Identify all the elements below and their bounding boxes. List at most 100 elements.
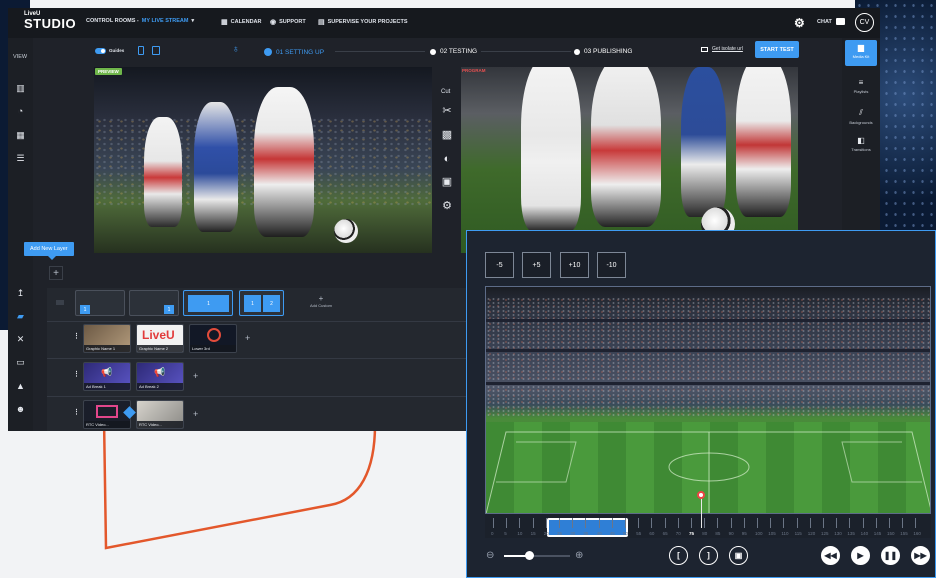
grip-icon[interactable]: [56, 300, 64, 305]
start-test-button[interactable]: START TEST: [755, 41, 799, 58]
presentation-icon[interactable]: ▭: [15, 357, 26, 368]
timeline-tick-label: 40: [596, 531, 602, 536]
liveu-studio-logo[interactable]: LiveU STUDIO: [24, 11, 76, 30]
step-publishing[interactable]: 03 PUBLISHING: [574, 48, 632, 55]
rtc-video-thumbnail[interactable]: RTC Video...: [83, 400, 131, 429]
play-button[interactable]: ▶: [851, 546, 870, 565]
fast-forward-button[interactable]: ▶▶: [911, 546, 930, 565]
timeline-tick: [651, 518, 653, 528]
timeline-tick-label: 0: [491, 531, 494, 536]
lightbulb-icon[interactable]: ♁: [232, 44, 240, 55]
scene-tile[interactable]: 1: [75, 290, 125, 316]
timeline-tick-label: 15: [530, 531, 536, 536]
transition-split-icon[interactable]: ◐: [441, 153, 453, 165]
copy-icon[interactable]: [152, 46, 160, 55]
speedometer-icon[interactable]: ◔: [15, 106, 26, 117]
tools-icon[interactable]: ✕: [15, 334, 26, 345]
scene-tile-selected[interactable]: 1: [183, 290, 233, 316]
control-rooms-menu[interactable]: CONTROL ROOMS - MY LIVE STREAM ▾: [86, 18, 194, 24]
preview-monitor[interactable]: PREVIEW: [94, 67, 432, 253]
cut-scissors-icon[interactable]: ✂: [441, 105, 453, 117]
timeline-tick: [875, 518, 877, 528]
guests-icon[interactable]: ☻: [15, 404, 26, 415]
jump-back-5-button[interactable]: -5: [485, 252, 514, 278]
support-link[interactable]: ◉ SUPPORT: [270, 18, 306, 26]
transitions-tab[interactable]: ◧ Transitions: [845, 136, 877, 152]
football-image: [334, 219, 358, 243]
step-label: 02 TESTING: [440, 48, 478, 55]
chat-bubble-icon[interactable]: [836, 18, 845, 25]
save-clip-button[interactable]: ▣: [729, 546, 748, 565]
graphic-thumbnail[interactable]: LiveU Graphic Name 2: [136, 324, 184, 353]
image-icon[interactable]: ▲: [15, 381, 26, 392]
scene-tile-split[interactable]: 1 2: [239, 290, 284, 316]
cut-label: Cut: [441, 89, 451, 95]
chat-label[interactable]: CHAT: [817, 19, 832, 25]
timeline-tick-label: 20: [543, 531, 549, 536]
graphic-thumbnail[interactable]: Lower 3rd: [189, 324, 237, 353]
ad-break-thumbnail[interactable]: 📢 Ad Break 2: [136, 362, 184, 391]
chart-icon[interactable]: ▥: [15, 83, 26, 94]
sliders-icon[interactable]: ☰: [15, 153, 26, 164]
player-figure: [194, 102, 238, 232]
timeline-tick: [849, 518, 851, 528]
mark-out-button[interactable]: ]: [699, 546, 718, 565]
graphic-thumbnail[interactable]: Graphic Name 1: [83, 324, 131, 353]
media-kit-tab[interactable]: ▆ Media Kit: [845, 40, 877, 66]
rtc-video-thumbnail[interactable]: RTC Video...: [136, 400, 184, 429]
add-item-plus-icon[interactable]: +: [245, 333, 250, 343]
step-check-icon: [264, 48, 272, 56]
clip-preview-video[interactable]: [485, 286, 931, 514]
step-setting-up[interactable]: 01 SETTING UP: [264, 48, 324, 56]
jump-forward-5-button[interactable]: +5: [522, 252, 551, 278]
calendar-link[interactable]: ▦ CALENDAR: [221, 18, 262, 26]
fast-forward-icon: ▶▶: [914, 551, 927, 560]
rewind-button[interactable]: ◀◀: [821, 546, 840, 565]
timeline-tick: [757, 518, 758, 528]
mobile-icon[interactable]: [138, 46, 144, 55]
layout-grid-icon[interactable]: ▦: [15, 130, 26, 141]
calendar-icon: ▦: [221, 19, 228, 26]
zoom-slider-handle[interactable]: [525, 551, 534, 560]
avatar[interactable]: CV: [855, 13, 874, 32]
zoom-out-icon[interactable]: ⊖: [486, 550, 494, 561]
pattern-icon[interactable]: ▩: [441, 129, 453, 141]
jump-forward-10-button[interactable]: +10: [560, 252, 589, 278]
zoom-in-icon[interactable]: ⊕: [575, 550, 583, 561]
timeline-tick-label: 55: [636, 531, 642, 536]
add-item-plus-icon[interactable]: +: [193, 371, 198, 381]
timeline-tick-label: 135: [847, 531, 855, 536]
timeline-tick-label: 100: [755, 531, 763, 536]
step-testing[interactable]: 02 TESTING: [430, 48, 477, 55]
gear-icon[interactable]: ⚙: [441, 200, 453, 212]
scene-tile[interactable]: 1: [129, 290, 179, 316]
isolate-url-link[interactable]: Get isolate url: [701, 46, 743, 52]
timeline-tick: [572, 518, 574, 528]
supervise-link[interactable]: ▤ SUPERVISE YOUR PROJECTS: [318, 18, 408, 26]
row-menu-icon[interactable]: ⋮: [73, 332, 80, 340]
backgrounds-tab[interactable]: ⫽ Backgrounds: [845, 108, 877, 125]
add-image-icon[interactable]: ▣: [441, 176, 453, 188]
add-custom-button[interactable]: + Add Custom: [306, 294, 336, 308]
add-item-plus-icon[interactable]: +: [193, 409, 198, 419]
pause-button[interactable]: ❚❚: [881, 546, 900, 565]
timeline-tick-label: 130: [834, 531, 842, 536]
mark-in-button[interactable]: [: [669, 546, 688, 565]
gear-icon[interactable]: ⚙: [794, 16, 805, 30]
timeline-tick: [493, 518, 494, 528]
thumbnail-caption: Ad Break 1: [84, 383, 130, 390]
trim-timeline[interactable]: 0 5 10 15 20 25 30 35 40 45 50 55 60 65 70 75 80 85 90 95 10…: [485, 491, 931, 538]
playhead-handle[interactable]: [697, 491, 705, 499]
guides-toggle[interactable]: [95, 48, 106, 54]
program-monitor[interactable]: PROGRAM: [461, 67, 798, 253]
liveu-logo-image: LiveU: [142, 328, 175, 342]
layers-edit-icon[interactable]: ▰: [15, 311, 26, 322]
upload-icon[interactable]: ↥: [15, 288, 26, 299]
row-menu-icon[interactable]: ⋮: [73, 408, 80, 416]
thumbnail-caption: RTC Video...: [84, 421, 130, 428]
jump-back-10-button[interactable]: -10: [597, 252, 626, 278]
ad-break-thumbnail[interactable]: 📢 Ad Break 1: [83, 362, 131, 391]
add-layer-button[interactable]: +: [49, 266, 63, 280]
row-menu-icon[interactable]: ⋮: [73, 370, 80, 378]
playlists-tab[interactable]: ≡ Playlists: [845, 78, 877, 94]
